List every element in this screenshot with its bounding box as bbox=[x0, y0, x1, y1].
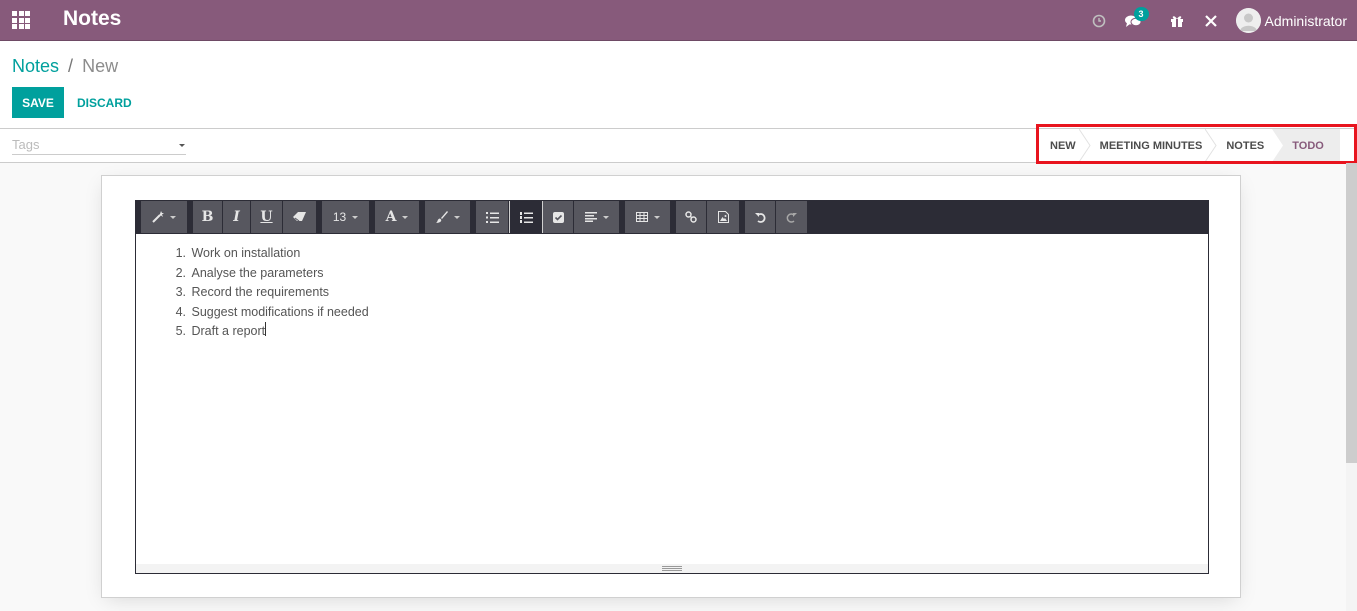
stage-new[interactable]: NEW bbox=[1040, 129, 1091, 162]
unordered-list-icon bbox=[485, 211, 499, 223]
checklist-button[interactable] bbox=[543, 201, 574, 233]
control-panel: Notes / New SAVE DISCARD bbox=[0, 41, 1357, 129]
editor-resize-handle[interactable] bbox=[136, 564, 1208, 573]
link-button[interactable] bbox=[676, 201, 707, 233]
app-title: Notes bbox=[63, 7, 122, 30]
resize-grip-icon bbox=[662, 566, 682, 571]
ordered-list-icon bbox=[519, 211, 533, 223]
avatar bbox=[1235, 8, 1261, 33]
stage-notes[interactable]: NOTES bbox=[1216, 129, 1272, 162]
undo-button[interactable] bbox=[745, 201, 776, 233]
tags-placeholder: Tags bbox=[12, 137, 40, 152]
caret-down-icon[interactable] bbox=[179, 144, 185, 147]
stage-arrow-icon bbox=[1272, 129, 1284, 162]
list-item-text: Record the requirements bbox=[191, 285, 330, 299]
chat-icon[interactable]: 3 bbox=[1120, 0, 1149, 41]
editor-toolbar: B I U 13 A bbox=[136, 201, 1208, 234]
align-dropdown[interactable] bbox=[574, 201, 619, 233]
stage-label: NOTES bbox=[1226, 139, 1265, 152]
save-button[interactable]: SAVE bbox=[12, 87, 64, 118]
redo-button[interactable] bbox=[776, 201, 807, 233]
link-icon bbox=[685, 211, 697, 223]
gift-icon[interactable] bbox=[1164, 0, 1190, 41]
note-editor: B I U 13 A 1. Work on installation 2. An… bbox=[135, 200, 1209, 574]
scrollbar-thumb[interactable] bbox=[1346, 163, 1357, 463]
font-color-dropdown[interactable]: A bbox=[375, 201, 419, 233]
list-number: 3. bbox=[175, 285, 186, 299]
redo-icon bbox=[786, 212, 797, 223]
list-number: 4. bbox=[175, 304, 186, 319]
magic-wand-icon bbox=[152, 211, 164, 223]
ordered-list-button[interactable] bbox=[509, 201, 543, 233]
list-item: 2. Analyse the parameters bbox=[172, 264, 1208, 284]
list-item-text: Analyse the parameters bbox=[191, 265, 324, 280]
list-item-text: Suggest modifications if needed bbox=[191, 304, 369, 319]
list-item: 3. Record the requirements bbox=[172, 283, 1208, 303]
breadcrumb-separator: / bbox=[68, 56, 74, 76]
italic-button[interactable]: I bbox=[223, 201, 251, 233]
eraser-icon bbox=[292, 212, 306, 222]
unordered-list-button[interactable] bbox=[476, 201, 509, 233]
image-icon bbox=[717, 211, 729, 223]
list-item-text: Work on installation bbox=[191, 246, 301, 260]
tags-input[interactable]: Tags bbox=[12, 136, 186, 155]
apps-menu-icon[interactable] bbox=[12, 11, 30, 29]
breadcrumb-parent-link[interactable]: Notes bbox=[12, 56, 59, 76]
breadcrumb: Notes / New bbox=[12, 56, 118, 77]
clock-icon[interactable] bbox=[1086, 0, 1112, 41]
eraser-button[interactable] bbox=[283, 201, 316, 233]
font-color-icon: A bbox=[385, 209, 397, 225]
editor-content[interactable]: 1. Work on installation 2. Analyse the p… bbox=[136, 234, 1208, 564]
discard-button[interactable]: DISCARD bbox=[70, 87, 139, 118]
list-number: 1. bbox=[175, 246, 186, 260]
table-icon bbox=[635, 212, 648, 222]
stage-label: TODO bbox=[1292, 139, 1324, 152]
messages-count-badge: 3 bbox=[1133, 7, 1149, 21]
table-dropdown[interactable] bbox=[625, 201, 670, 233]
align-icon bbox=[584, 212, 597, 222]
form-sheet: B I U 13 A 1. Work on installation 2. An… bbox=[101, 175, 1241, 598]
list-item: 5. Draft a report bbox=[172, 322, 1208, 342]
undo-icon bbox=[754, 212, 766, 223]
list-item: 4. Suggest modifications if needed bbox=[172, 303, 1208, 323]
list-item: 1. Work on installation bbox=[172, 244, 1208, 264]
tools-icon[interactable] bbox=[1198, 0, 1224, 41]
ordered-list: 1. Work on installation 2. Analyse the p… bbox=[172, 244, 1208, 342]
background-color-dropdown[interactable] bbox=[425, 201, 470, 233]
bold-button[interactable]: B bbox=[193, 201, 223, 233]
image-button[interactable] bbox=[707, 201, 739, 233]
underline-button[interactable]: U bbox=[251, 201, 283, 233]
user-name: Administrator bbox=[1264, 12, 1347, 29]
stage-todo[interactable]: TODO bbox=[1272, 129, 1340, 162]
user-menu[interactable]: Administrator bbox=[1235, 8, 1347, 33]
stage-label: NEW bbox=[1050, 139, 1076, 152]
systray: 3 Administrator bbox=[1082, 0, 1357, 41]
top-navbar: Notes 3 Administrator bbox=[0, 0, 1357, 41]
paintbrush-icon bbox=[435, 211, 448, 223]
stage-label: MEETING MINUTES bbox=[1099, 139, 1203, 152]
list-number: 5. bbox=[175, 324, 186, 338]
list-item-text: Draft a report bbox=[191, 324, 266, 338]
text-cursor bbox=[265, 322, 267, 336]
font-size-value: 13 bbox=[332, 210, 347, 224]
stage-meeting-minutes[interactable]: MEETING MINUTES bbox=[1090, 129, 1217, 162]
list-number: 2. bbox=[175, 265, 186, 280]
page-scrollbar[interactable] bbox=[1346, 163, 1357, 611]
style-dropdown-button[interactable] bbox=[141, 201, 187, 233]
font-size-dropdown[interactable]: 13 bbox=[322, 201, 369, 233]
checkbox-icon bbox=[552, 211, 564, 223]
form-header: Tags NEW MEETING MINUTES NOTES TODO bbox=[0, 129, 1357, 163]
breadcrumb-current: New bbox=[82, 56, 119, 76]
stage-statusbar: NEW MEETING MINUTES NOTES TODO bbox=[1040, 129, 1340, 162]
